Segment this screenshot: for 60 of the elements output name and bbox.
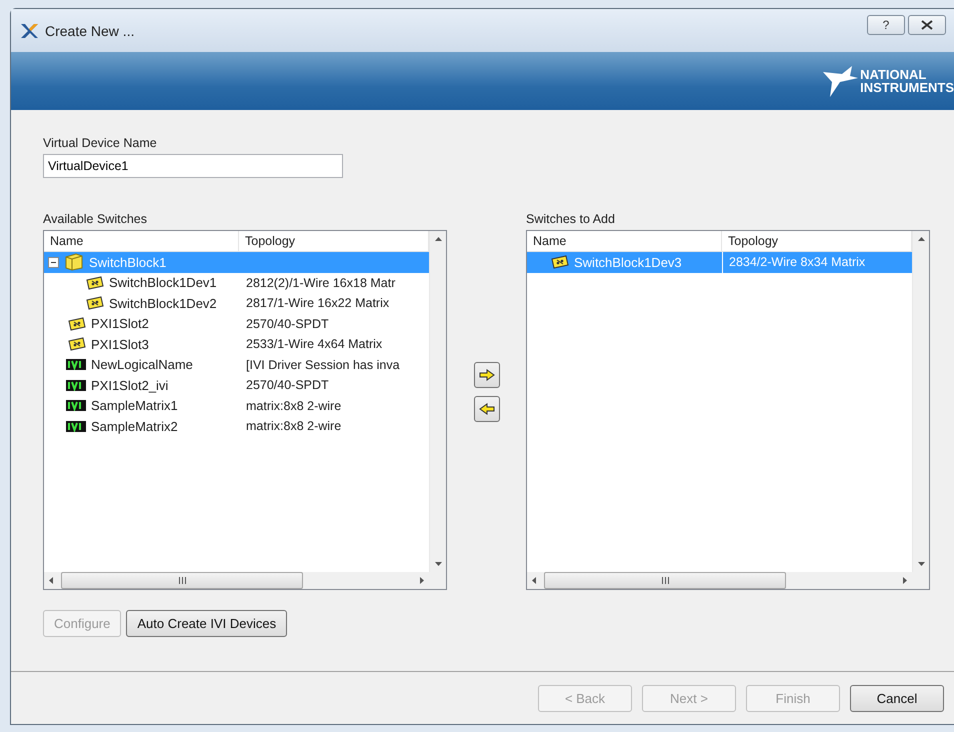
switch-card-icon xyxy=(551,255,569,270)
grip-icon xyxy=(178,577,186,584)
remove-button[interactable] xyxy=(474,396,500,422)
field-label: Virtual Device Name xyxy=(43,136,158,150)
horizontal-scrollbar[interactable] xyxy=(527,572,912,589)
item-name: SampleMatrix2 xyxy=(91,418,178,434)
scroll-right-icon[interactable] xyxy=(418,577,425,584)
wizard-button[interactable]: Cancel xyxy=(850,684,944,712)
switch-card-icon xyxy=(86,276,104,290)
scroll-down-icon[interactable] xyxy=(918,561,924,568)
switch-card-icon xyxy=(68,316,86,331)
vertical-scrollbar[interactable] xyxy=(912,231,929,572)
item-name: SwitchBlock1Dev3 xyxy=(574,254,682,270)
scroll-down-icon[interactable] xyxy=(434,561,442,568)
tree-item[interactable]: SampleMatrix1 matrix:8x8 2-wire xyxy=(44,396,429,416)
item-name: SwitchBlock1Dev1 xyxy=(109,275,217,290)
logo-text: NATIONAL xyxy=(860,68,928,81)
horizontal-scrollbar[interactable] xyxy=(44,572,429,589)
scroll-left-icon[interactable] xyxy=(531,577,538,584)
tree-item[interactable]: PXI1Slot2_ivi 2570/40-SPDT xyxy=(44,375,429,396)
ivi-icon xyxy=(66,380,86,391)
right-arrow-icon xyxy=(478,369,494,381)
window-title: Create New ... xyxy=(45,22,136,38)
scroll-thumb[interactable] xyxy=(544,572,786,589)
item-name: PXI1Slot2_ivi xyxy=(91,378,168,393)
logo-text: INSTRUMENTS xyxy=(860,81,954,94)
add-button[interactable] xyxy=(474,362,500,388)
item-name: PXI1Slot3 xyxy=(91,336,149,352)
item-name: PXI1Slot2 xyxy=(91,316,149,332)
close-icon xyxy=(921,20,933,30)
ivi-icon xyxy=(66,400,86,412)
tree-item[interactable]: NewLogicalName [IVI Driver Session has inva xyxy=(44,354,429,375)
item-name: SwitchBlock1 xyxy=(89,254,166,270)
column-header[interactable]: Name xyxy=(527,231,722,251)
left-arrow-icon xyxy=(478,403,494,415)
switch-block-icon xyxy=(64,253,84,272)
scroll-up-icon[interactable] xyxy=(918,235,924,242)
list-label: Switches to Add xyxy=(526,212,616,226)
action-button[interactable]: Auto Create IVI Devices xyxy=(126,610,288,637)
scroll-thumb[interactable] xyxy=(61,572,303,589)
ivi-icon xyxy=(66,420,86,432)
scroll-up-icon[interactable] xyxy=(434,235,442,242)
eagle-logo-icon xyxy=(822,64,858,98)
item-name: NewLogicalName xyxy=(91,357,193,372)
tree-item[interactable]: SampleMatrix2 matrix:8x8 2-wire xyxy=(44,416,429,436)
item-name: SwitchBlock1Dev2 xyxy=(109,296,217,311)
grip-icon xyxy=(660,577,670,584)
item-name: SampleMatrix1 xyxy=(91,398,178,414)
close-button[interactable] xyxy=(908,14,946,34)
collapse-icon[interactable] xyxy=(48,256,59,268)
vertical-scrollbar[interactable] xyxy=(429,231,446,572)
help-button[interactable]: ? xyxy=(867,14,905,34)
device-name-field[interactable]: VirtualDevice1 xyxy=(43,154,343,178)
ivi-icon xyxy=(66,359,86,370)
scroll-left-icon[interactable] xyxy=(48,577,55,584)
switch-card-icon xyxy=(86,296,104,310)
column-header[interactable]: Name xyxy=(44,231,239,251)
switch-card-icon xyxy=(68,337,86,352)
list-label: Available Switches xyxy=(43,212,148,226)
scroll-right-icon[interactable] xyxy=(901,577,908,584)
